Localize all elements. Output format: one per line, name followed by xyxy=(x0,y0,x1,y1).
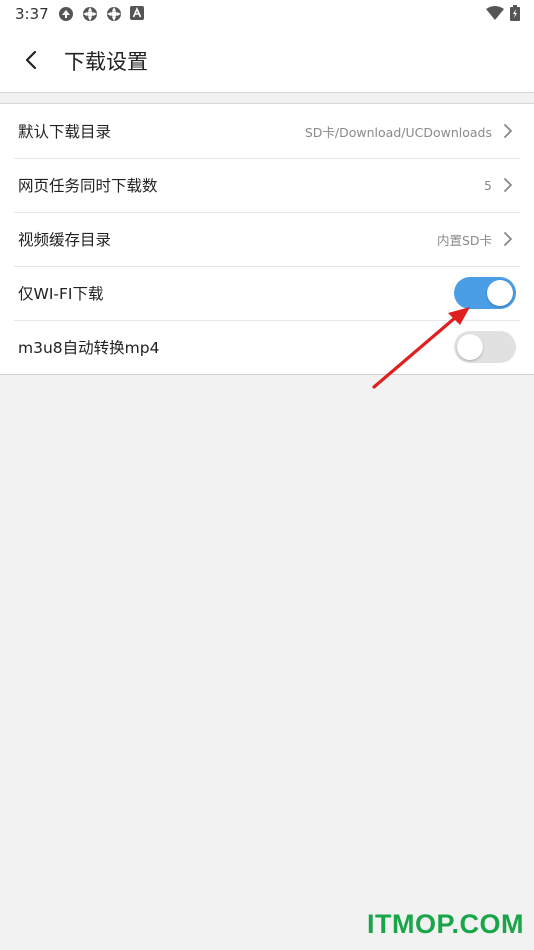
setting-default-download-dir[interactable]: 默认下载目录 SD卡/Download/UCDownloads xyxy=(0,104,534,158)
status-bar: 3:37 xyxy=(0,0,534,28)
notification-icon xyxy=(59,7,73,21)
app-bar: 下载设置 xyxy=(0,28,534,93)
chevron-right-icon xyxy=(504,178,512,192)
chevron-right-icon xyxy=(504,232,512,246)
setting-label: m3u8自动转换mp4 xyxy=(18,339,160,357)
setting-label: 网页任务同时下载数 xyxy=(18,177,158,195)
chevron-right-icon xyxy=(504,124,512,138)
setting-label: 仅WI-FI下载 xyxy=(18,285,104,303)
sync-icon xyxy=(83,7,97,21)
battery-charging-icon xyxy=(510,5,520,21)
watermark: ITMOP.COM xyxy=(366,909,524,939)
toggle-knob xyxy=(487,280,513,306)
setting-concurrent-downloads[interactable]: 网页任务同时下载数 5 xyxy=(0,158,534,212)
sync-icon xyxy=(107,7,121,21)
setting-value: SD卡/Download/UCDownloads xyxy=(304,124,492,140)
section-gap xyxy=(0,93,534,103)
setting-video-cache-dir[interactable]: 视频缓存目录 内置SD卡 xyxy=(0,212,534,266)
app-a-icon xyxy=(130,6,144,20)
page-title: 下载设置 xyxy=(64,50,148,74)
annotation-arrow xyxy=(372,307,470,389)
setting-label: 视频缓存目录 xyxy=(18,231,112,249)
back-button[interactable] xyxy=(14,44,48,76)
setting-value: 内置SD卡 xyxy=(436,232,492,248)
back-chevron-icon xyxy=(25,50,37,70)
status-notification-icons xyxy=(58,6,144,22)
status-system-icons xyxy=(486,5,520,21)
setting-label: 默认下载目录 xyxy=(18,123,112,141)
setting-value: 5 xyxy=(484,177,492,193)
status-time: 3:37 xyxy=(15,5,49,23)
wifi-icon xyxy=(486,6,504,20)
